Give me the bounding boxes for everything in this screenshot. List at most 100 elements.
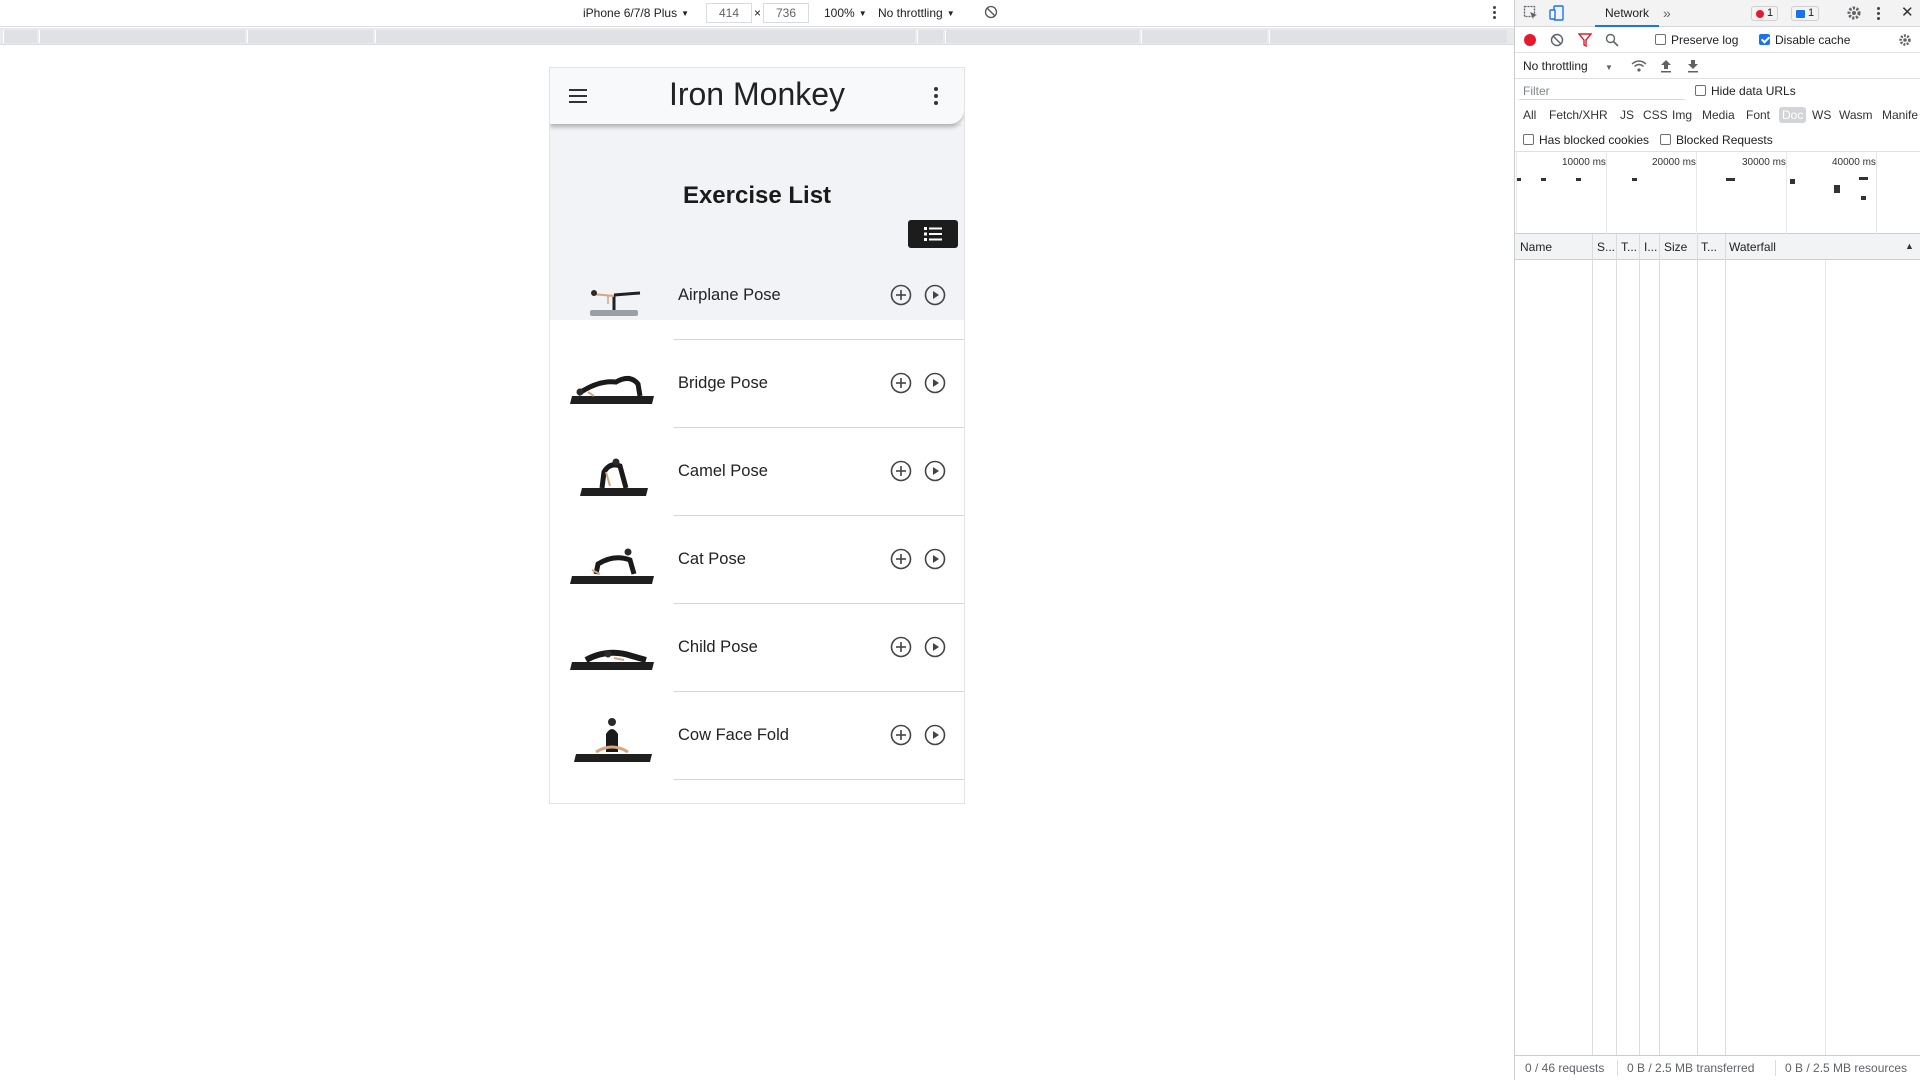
list-item[interactable]: Camel Pose xyxy=(550,428,964,516)
network-overview-timeline[interactable]: 10000 ms 20000 ms 30000 ms 40000 ms xyxy=(1515,152,1920,234)
filter-row: Filter Hide data URLs xyxy=(1515,79,1920,103)
clear-icon[interactable] xyxy=(1550,33,1564,47)
type-filter-doc[interactable]: Doc xyxy=(1779,107,1807,123)
add-circle-icon[interactable] xyxy=(890,372,912,394)
zoom-select[interactable]: 100% ▼ xyxy=(824,6,867,20)
height-input[interactable]: 736 xyxy=(763,3,809,23)
exercise-name: Airplane Pose xyxy=(678,286,781,304)
add-circle-icon[interactable] xyxy=(890,548,912,570)
preserve-log-checkbox[interactable]: Preserve log xyxy=(1655,33,1738,47)
inspect-element-icon[interactable] xyxy=(1523,5,1539,21)
device-name: iPhone 6/7/8 Plus xyxy=(583,6,678,20)
wifi-settings-icon[interactable] xyxy=(1631,59,1647,73)
play-circle-icon[interactable] xyxy=(924,548,946,570)
exercise-name: Camel Pose xyxy=(678,462,768,480)
error-badge[interactable]: 1 xyxy=(1751,6,1779,21)
checkbox-label: Blocked Requests xyxy=(1676,133,1773,147)
message-badge[interactable]: 1 xyxy=(1791,6,1820,21)
tab-network[interactable]: Network xyxy=(1595,0,1660,27)
play-circle-icon[interactable] xyxy=(924,636,946,658)
column-time[interactable]: T... xyxy=(1701,240,1717,254)
column-waterfall[interactable]: Waterfall xyxy=(1729,240,1776,254)
upload-icon[interactable] xyxy=(1660,59,1672,73)
network-toolbar: Preserve log Disable cache xyxy=(1515,27,1920,53)
disable-cache-checkbox[interactable]: Disable cache xyxy=(1759,33,1850,47)
type-filter-media[interactable]: Media xyxy=(1702,108,1735,122)
close-icon[interactable]: ✕ xyxy=(1901,3,1914,21)
play-circle-icon[interactable] xyxy=(924,284,946,306)
type-filter-manifest[interactable]: Manife xyxy=(1882,108,1918,122)
checkbox-icon xyxy=(1523,134,1534,145)
timeline-mark xyxy=(1632,178,1637,181)
hide-data-urls-checkbox[interactable]: Hide data URLs xyxy=(1695,84,1796,98)
network-settings-icon[interactable] xyxy=(1898,33,1912,47)
rotate-icon[interactable] xyxy=(984,5,998,19)
type-filter-css[interactable]: CSS xyxy=(1643,108,1668,122)
checkbox-label: Hide data URLs xyxy=(1711,84,1796,98)
exercise-thumbnail xyxy=(574,718,652,762)
throttle-row: No throttling ▼ xyxy=(1515,53,1920,79)
list-item[interactable]: Cat Pose xyxy=(550,516,964,604)
resource-type-filters: All Fetch/XHR JS CSS Img Media Font Doc … xyxy=(1515,103,1920,128)
exercise-name: Child Pose xyxy=(678,638,758,656)
list-item[interactable]: Cow Face Fold xyxy=(550,692,964,780)
timeline-mark xyxy=(1726,178,1735,181)
checkbox-icon xyxy=(1695,85,1706,96)
column-name[interactable]: Name xyxy=(1520,240,1552,254)
list-view-button[interactable] xyxy=(908,220,958,248)
throttling-select[interactable]: No throttling ▼ xyxy=(878,6,955,20)
play-circle-icon[interactable] xyxy=(924,372,946,394)
tab-label: Network xyxy=(1605,6,1650,20)
column-status[interactable]: S... xyxy=(1597,240,1615,254)
exercise-thumbnail xyxy=(570,649,654,670)
add-circle-icon[interactable] xyxy=(890,724,912,746)
sort-ascending-icon[interactable]: ▲ xyxy=(1905,241,1914,251)
type-filter-ws[interactable]: WS xyxy=(1812,108,1831,122)
column-type[interactable]: T... xyxy=(1621,240,1637,254)
resources-size: 0 B / 2.5 MB resources xyxy=(1785,1061,1908,1075)
width-input[interactable]: 414 xyxy=(706,3,752,23)
type-filter-all[interactable]: All xyxy=(1523,108,1536,122)
more-options-icon[interactable] xyxy=(1493,6,1497,21)
device-toolbar: iPhone 6/7/8 Plus ▼ 414 × 736 100% ▼ No … xyxy=(0,0,1514,27)
list-item[interactable]: Child Pose xyxy=(550,604,964,692)
has-blocked-cookies-checkbox[interactable]: Has blocked cookies xyxy=(1523,133,1649,147)
play-circle-icon[interactable] xyxy=(924,460,946,482)
caret-down-icon: ▼ xyxy=(858,8,867,18)
device-select[interactable]: iPhone 6/7/8 Plus ▼ xyxy=(583,6,689,20)
record-icon[interactable] xyxy=(1524,34,1536,46)
column-initiator[interactable]: I... xyxy=(1644,240,1657,254)
request-table-header: Name S... T... I... Size T... Waterfall … xyxy=(1515,234,1920,260)
settings-gear-icon[interactable] xyxy=(1846,5,1862,21)
column-size[interactable]: Size xyxy=(1664,240,1687,254)
add-circle-icon[interactable] xyxy=(890,460,912,482)
throttling-dropdown[interactable]: No throttling ▼ xyxy=(1523,59,1613,73)
throttling-value: No throttling xyxy=(1523,59,1588,73)
checkbox-checked-icon xyxy=(1759,34,1770,45)
blocked-requests-checkbox[interactable]: Blocked Requests xyxy=(1660,133,1773,147)
checkbox-label: Has blocked cookies xyxy=(1539,133,1650,147)
filter-icon[interactable] xyxy=(1578,33,1592,47)
play-circle-icon[interactable] xyxy=(924,724,946,746)
list-item[interactable]: Bridge Pose xyxy=(550,340,964,428)
type-filter-img[interactable]: Img xyxy=(1672,108,1692,122)
timeline-mark xyxy=(1861,196,1866,200)
search-icon[interactable] xyxy=(1605,33,1619,47)
caret-down-icon: ▼ xyxy=(946,8,955,18)
add-circle-icon[interactable] xyxy=(890,636,912,658)
type-filter-wasm[interactable]: Wasm xyxy=(1839,108,1873,122)
list-item[interactable]: Airplane Pose xyxy=(550,252,964,340)
timeline-mark xyxy=(1834,185,1840,193)
device-toolbar-icon[interactable] xyxy=(1549,5,1565,21)
more-tabs-icon[interactable]: » xyxy=(1663,5,1671,21)
page-title: Exercise List xyxy=(682,182,832,209)
type-filter-js[interactable]: JS xyxy=(1620,108,1634,122)
download-icon[interactable] xyxy=(1687,59,1699,73)
more-vert-icon[interactable] xyxy=(934,87,938,108)
network-summary-bar: 0 / 46 requests 0 B / 2.5 MB transferred… xyxy=(1515,1055,1920,1080)
filter-input[interactable]: Filter xyxy=(1519,82,1685,100)
type-filter-fetch-xhr[interactable]: Fetch/XHR xyxy=(1549,108,1608,122)
devtools-menu-icon[interactable] xyxy=(1877,7,1881,22)
type-filter-font[interactable]: Font xyxy=(1746,108,1770,122)
add-circle-icon[interactable] xyxy=(890,284,912,306)
